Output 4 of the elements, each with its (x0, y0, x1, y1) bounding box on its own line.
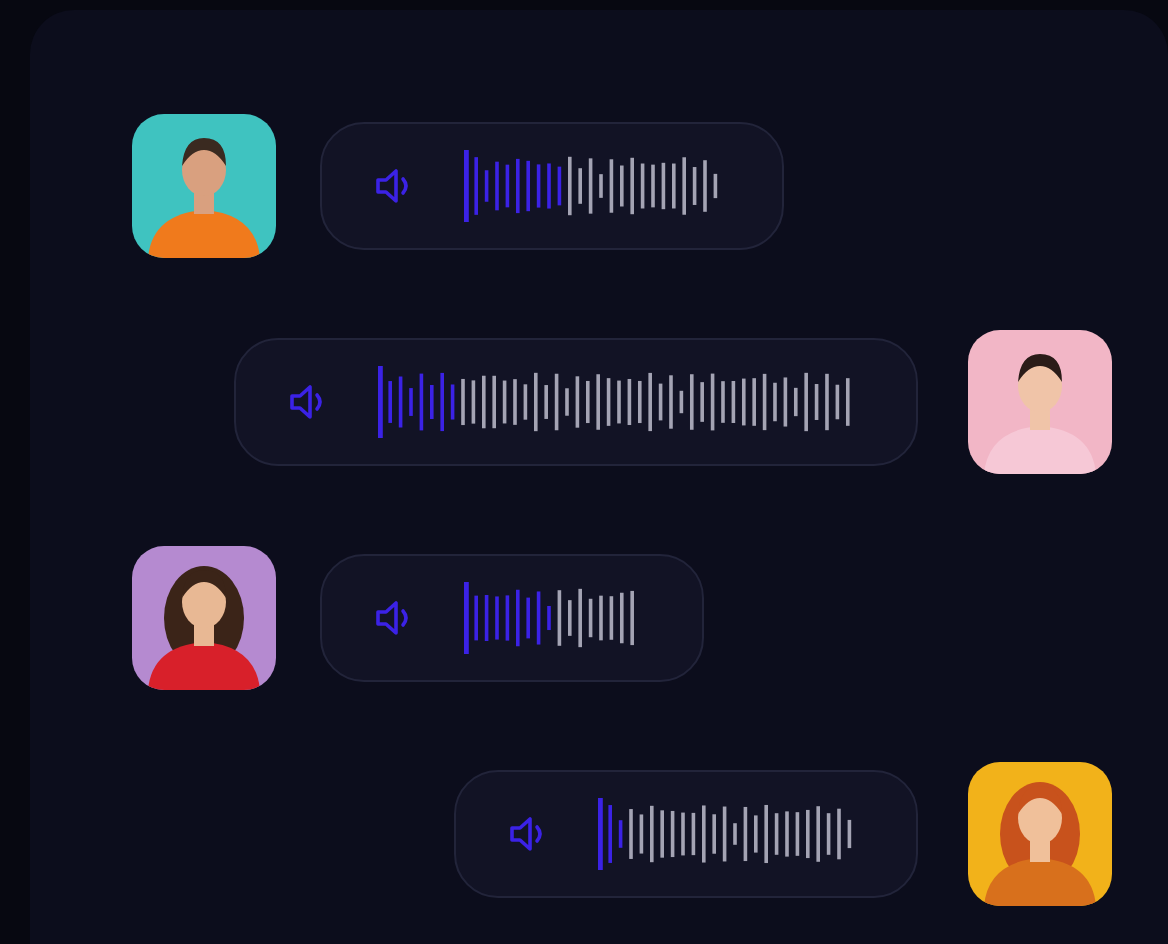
speaker-icon[interactable] (288, 382, 328, 422)
speaker-icon[interactable] (374, 166, 414, 206)
speaker-icon[interactable] (374, 598, 414, 638)
speaker-icon[interactable] (508, 814, 548, 854)
